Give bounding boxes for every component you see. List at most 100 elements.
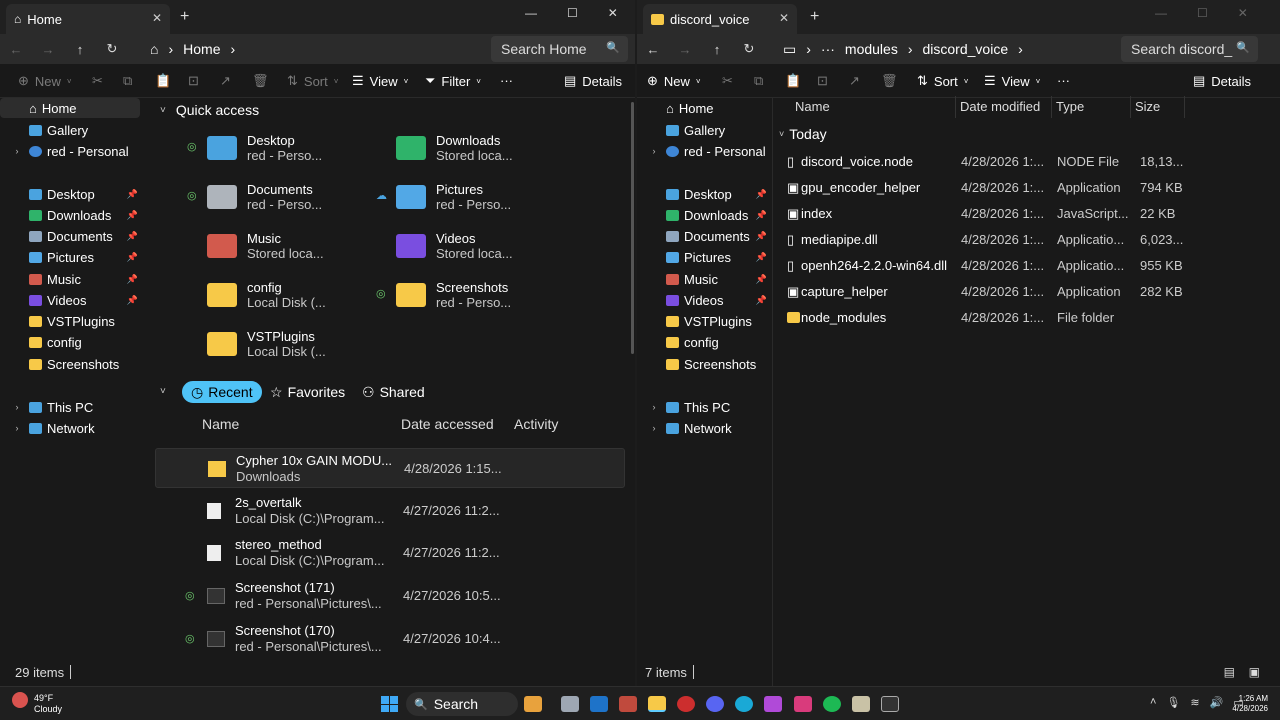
- sidebar-item-downloads[interactable]: Downloads 📌: [637, 205, 769, 225]
- new-tab-button[interactable]: +: [810, 8, 819, 26]
- sort-button[interactable]: ⇅ Sort ˅: [287, 73, 338, 89]
- expand-icon[interactable]: ›: [647, 402, 661, 412]
- delete-icon[interactable]: 🗑: [881, 73, 898, 89]
- column-header-date-accessed[interactable]: Date accessed: [401, 416, 494, 432]
- sidebar-item-music[interactable]: Music 📌: [637, 269, 769, 289]
- capcut-icon[interactable]: [881, 696, 899, 712]
- sidebar-item-home[interactable]: ⌂ Home: [0, 98, 140, 118]
- tab-home[interactable]: ⌂ Home ✕: [6, 4, 170, 34]
- file-row[interactable]: node_modules 4/28/2026 1:... File folder: [787, 306, 1187, 330]
- sidebar-item-documents[interactable]: Documents 📌: [0, 226, 140, 246]
- collapse-icon[interactable]: ˅: [779, 129, 784, 139]
- close-tab-icon[interactable]: ✕: [779, 11, 789, 25]
- file-row[interactable]: ▯ openh264-2.2.0-win64.dll 4/28/2026 1:...…: [787, 254, 1187, 278]
- column-divider[interactable]: [1051, 96, 1052, 118]
- file-row[interactable]: ▯ mediapipe.dll 4/28/2026 1:... Applicatio.…: [787, 228, 1187, 252]
- up-button[interactable]: ↑: [64, 42, 96, 57]
- clock[interactable]: 1:26 AM 4/28/2026: [1232, 694, 1268, 714]
- back-button[interactable]: ←: [0, 42, 32, 57]
- breadcrumb-modules[interactable]: modules: [845, 41, 898, 57]
- taskbar-search[interactable]: 🔍 Search: [406, 692, 518, 716]
- column-divider[interactable]: [1184, 96, 1185, 118]
- sidebar-item-downloads[interactable]: Downloads 📌: [0, 205, 140, 225]
- sidebar-item-gallery[interactable]: Gallery: [637, 120, 769, 140]
- cut-icon[interactable]: ✂: [92, 73, 103, 89]
- view-button[interactable]: ☰ View ˅: [352, 73, 408, 89]
- sidebar-item-screenshots[interactable]: Screenshots: [0, 354, 140, 374]
- maximize-button[interactable]: ☐: [567, 6, 578, 20]
- close-tab-icon[interactable]: ✕: [152, 11, 162, 25]
- sidebar-item-onedrive[interactable]: › red - Personal: [637, 141, 769, 161]
- quick-access-item[interactable]: config Local Disk (...: [207, 273, 397, 317]
- collapse-icon[interactable]: ˅: [160, 105, 166, 116]
- sidebar-item-config[interactable]: config: [0, 332, 140, 352]
- chevron-right-icon[interactable]: ›: [231, 41, 236, 57]
- expand-icon[interactable]: ›: [647, 423, 661, 433]
- maximize-button[interactable]: ☐: [1197, 6, 1208, 20]
- quick-access-item[interactable]: Videos Stored loca...: [396, 224, 586, 268]
- spotify-icon[interactable]: [823, 696, 841, 712]
- quick-access-item[interactable]: Music Stored loca...: [207, 224, 397, 268]
- tab-recent[interactable]: ◷ Recent: [182, 381, 262, 403]
- quick-access-item[interactable]: Downloads Stored loca...: [396, 126, 586, 170]
- paste-icon[interactable]: 📋: [155, 73, 171, 89]
- breadcrumb-discord-voice[interactable]: discord_voice: [923, 41, 1009, 57]
- quick-access-item[interactable]: ◎ Documents red - Perso...: [187, 175, 397, 219]
- sidebar-item-videos[interactable]: Videos 📌: [637, 290, 769, 310]
- search-input[interactable]: Search Home 🔍: [491, 36, 628, 62]
- column-divider[interactable]: [955, 96, 956, 118]
- details-button[interactable]: ▤ Details: [564, 73, 622, 89]
- sidebar-item-onedrive[interactable]: › red - Personal: [0, 141, 140, 161]
- sidebar-item-gallery[interactable]: Gallery: [0, 120, 140, 140]
- collapse-icon[interactable]: ˅: [160, 386, 166, 397]
- sort-button[interactable]: ⇅ Sort ˅: [917, 73, 968, 89]
- sidebar-item-vstplugins[interactable]: VSTPlugins: [0, 311, 140, 331]
- quick-access-item[interactable]: VSTPlugins Local Disk (...: [207, 322, 397, 366]
- new-tab-button[interactable]: +: [180, 8, 189, 26]
- new-button[interactable]: ⊕ New ˅: [647, 73, 701, 89]
- minimize-button[interactable]: —: [525, 6, 537, 20]
- edge-icon[interactable]: [735, 696, 753, 712]
- widgets-icon[interactable]: [524, 696, 542, 712]
- share-icon[interactable]: ↗: [220, 73, 231, 89]
- discord-icon[interactable]: [706, 696, 724, 712]
- task-view-icon[interactable]: [561, 696, 579, 712]
- column-header-date-modified[interactable]: Date modified: [960, 99, 1040, 114]
- file-row[interactable]: ▣ capture_helper 4/28/2026 1:... Applicatio…: [787, 280, 1187, 304]
- up-button[interactable]: ↑: [701, 42, 733, 57]
- view-button[interactable]: ☰ View ˅: [984, 73, 1040, 89]
- column-header-size[interactable]: Size: [1135, 99, 1160, 114]
- tab-shared[interactable]: ⚇ Shared: [354, 381, 433, 403]
- sidebar-item-this-pc[interactable]: › This PC: [0, 397, 140, 417]
- start-button[interactable]: [381, 696, 398, 712]
- tab-discord-voice[interactable]: discord_voice ✕: [643, 4, 797, 34]
- refresh-button[interactable]: ↻: [733, 41, 765, 57]
- file-row[interactable]: ▣ gpu_encoder_helper 4/28/2026 1:... Applic…: [787, 176, 1187, 200]
- quick-access-item[interactable]: ☁ Pictures red - Perso...: [376, 175, 586, 219]
- address-bar[interactable]: ▭ › ··· modules › discord_voice ›: [773, 36, 1113, 62]
- sidebar-item-desktop[interactable]: Desktop 📌: [0, 184, 140, 204]
- sidebar-item-pictures[interactable]: Pictures 📌: [0, 247, 140, 267]
- sidebar-item-desktop[interactable]: Desktop 📌: [637, 184, 769, 204]
- cut-icon[interactable]: ✂: [722, 73, 733, 89]
- back-button[interactable]: ←: [637, 42, 669, 57]
- wifi-icon[interactable]: ≋: [1190, 696, 1199, 709]
- table-row[interactable]: 2s_overtalk Local Disk (C:)\Program... 4/2…: [155, 491, 625, 531]
- more-options-button[interactable]: ···: [500, 73, 513, 88]
- close-window-button[interactable]: ✕: [1238, 6, 1248, 20]
- quick-access-item[interactable]: ◎ Desktop red - Perso...: [187, 126, 397, 170]
- details-button[interactable]: ▤ Details: [1193, 73, 1251, 89]
- paste-icon[interactable]: 📋: [785, 73, 801, 89]
- volume-icon[interactable]: 🔊: [1210, 696, 1224, 709]
- share-icon[interactable]: ↗: [849, 73, 860, 89]
- breadcrumb-overflow[interactable]: ···: [821, 41, 835, 57]
- sidebar-item-screenshots[interactable]: Screenshots: [637, 354, 769, 374]
- table-row[interactable]: Cypher 10x GAIN MODU... Downloads 4/28/202…: [155, 448, 625, 488]
- sidebar-item-this-pc[interactable]: › This PC: [637, 397, 769, 417]
- sidebar-item-home[interactable]: ⌂ Home: [637, 98, 769, 118]
- file-row[interactable]: ▯ discord_voice.node 4/28/2026 1:... NODE F…: [787, 150, 1187, 174]
- group-header-today[interactable]: ˅ Today: [779, 126, 827, 142]
- column-header-name[interactable]: Name: [795, 99, 830, 114]
- file-explorer-icon[interactable]: [648, 696, 666, 712]
- search-input[interactable]: Search discord_ 🔍: [1121, 36, 1258, 62]
